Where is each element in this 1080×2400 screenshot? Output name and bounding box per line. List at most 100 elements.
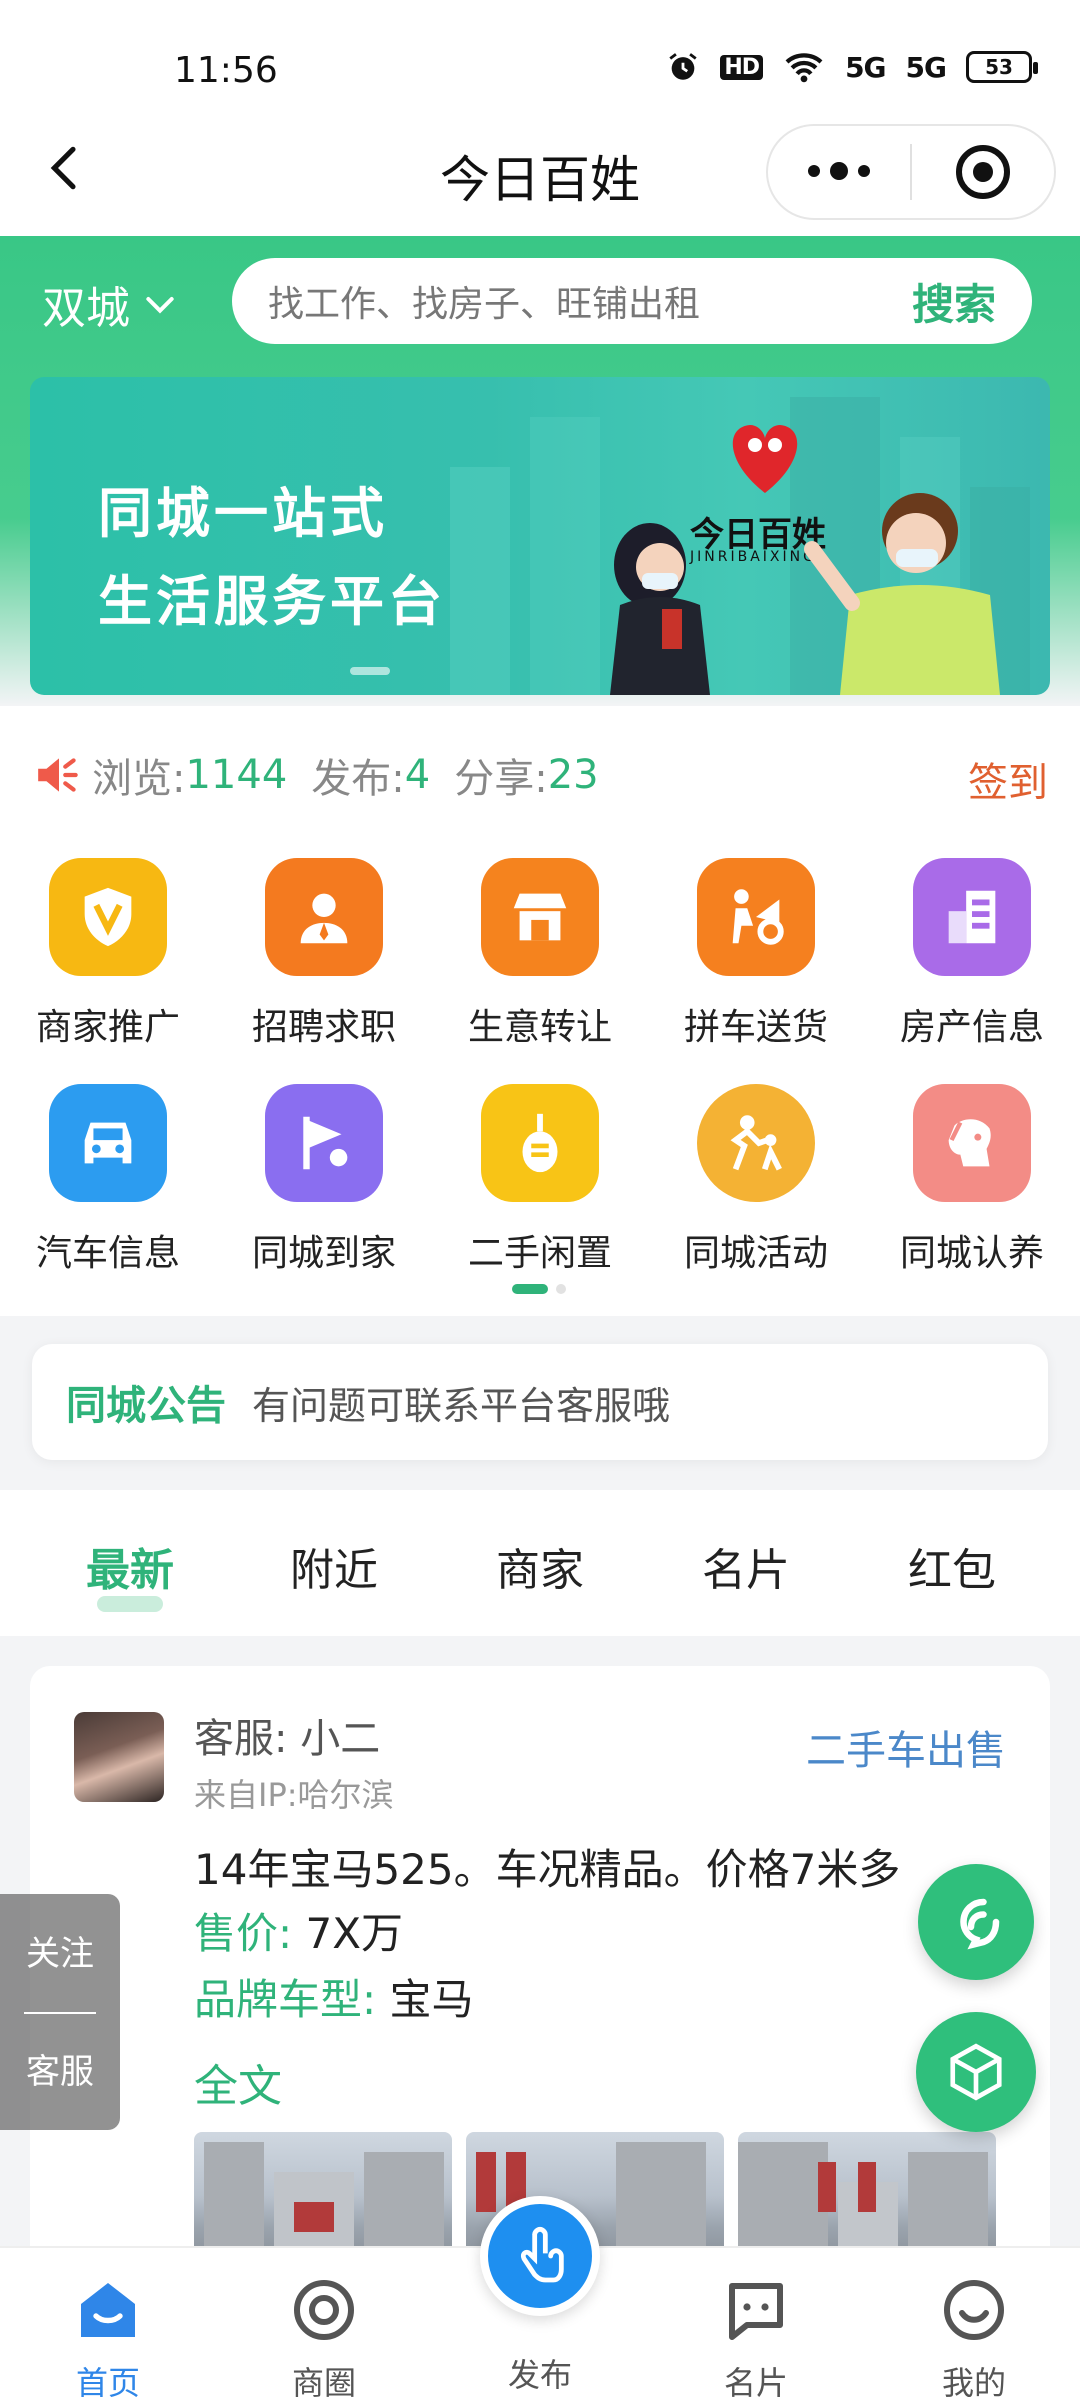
tab-latest[interactable]: 最新: [50, 1534, 210, 1612]
target-icon: [294, 2280, 354, 2340]
category-label: 同城活动: [683, 1233, 828, 1274]
shares-label: 分享:: [454, 756, 548, 802]
post-category[interactable]: 二手车出售: [806, 1718, 1006, 1776]
category-real-estate[interactable]: 房产信息: [864, 858, 1080, 1050]
category-car[interactable]: 汽车信息: [0, 1084, 216, 1276]
publish-button[interactable]: [480, 2196, 600, 2316]
nav-business-circle[interactable]: 商圈: [254, 2274, 394, 2400]
category-recruit[interactable]: 招聘求职: [216, 858, 432, 1050]
people-activity-icon: [697, 1084, 815, 1202]
category-label: 同城到家: [251, 1233, 396, 1274]
shares-count: 23: [547, 752, 599, 798]
banner-headline-1: 同城一站式: [98, 482, 388, 545]
avatar[interactable]: [74, 1712, 164, 1802]
signin-button[interactable]: 签到: [968, 750, 1048, 808]
recruit-icon: [265, 858, 383, 976]
category-shop-transfer[interactable]: 生意转让: [432, 858, 648, 1050]
category-adoption[interactable]: 同城认养: [864, 1084, 1080, 1276]
city-name: 双城: [42, 283, 130, 334]
chevron-down-icon: [146, 297, 174, 314]
tab-card[interactable]: 名片: [666, 1534, 826, 1598]
announcement-text: 有问题可联系平台客服哦: [252, 1383, 671, 1428]
more-icon[interactable]: [768, 161, 910, 180]
battery-icon: 53: [966, 51, 1038, 83]
customer-service-button[interactable]: 客服: [0, 2044, 120, 2093]
tap-hand-icon: [520, 2226, 564, 2283]
building-icon: [913, 858, 1031, 976]
category-merchant-promo[interactable]: 商家推广: [0, 858, 216, 1050]
views-label: 浏览:: [92, 756, 186, 802]
nav-mine[interactable]: 我的: [904, 2274, 1044, 2400]
category-grid: 商家推广 招聘求职 生意转让 拼车送货 房产信息 汽车信息 同城到家 二手闲置 …: [0, 836, 1080, 1316]
category-label: 拼车送货: [683, 1007, 828, 1048]
category-pager: [512, 1284, 566, 1294]
box-fab[interactable]: [916, 2012, 1036, 2132]
search-button[interactable]: 搜索: [912, 271, 996, 332]
views-count: 1144: [185, 752, 288, 798]
car-icon: [49, 1084, 167, 1202]
pager-dot: [556, 1284, 566, 1294]
post-content: 14年宝马525。车况精品。价格7米多: [194, 1845, 901, 1894]
tab-merchant[interactable]: 商家: [460, 1534, 620, 1598]
banner-headline-2: 生活服务平台: [98, 570, 446, 633]
posts-label: 发布:: [311, 756, 405, 802]
feed-tabs: 最新 附近 商家 名片 红包: [0, 1490, 1080, 1636]
publish-label: 发布: [507, 2356, 572, 2394]
cube-icon: [950, 2043, 1002, 2101]
refresh-icon: [960, 1898, 1000, 1950]
category-carpool[interactable]: 拼车送货: [648, 858, 864, 1050]
search-bar[interactable]: 找工作、找房子、旺铺出租 搜索: [232, 258, 1032, 344]
carpool-icon: [697, 858, 815, 976]
status-time: 11:56: [174, 50, 278, 91]
brand-value: 宝马: [389, 1975, 474, 2024]
post-price: 售价: 7X万: [194, 1900, 403, 1961]
tab-red-packet[interactable]: 红包: [872, 1534, 1032, 1598]
follow-button[interactable]: 关注: [0, 1926, 120, 1975]
stats-bar: 浏览: 1144 发布: 4 分享: 23 签到: [0, 706, 1080, 836]
battery-level: 53: [985, 55, 1013, 79]
smile-icon: [944, 2280, 1004, 2340]
hd-label: HD: [720, 54, 764, 80]
miniapp-capsule: [766, 124, 1056, 220]
category-label: 商家推广: [35, 1007, 180, 1048]
people-illustration: [610, 493, 1000, 695]
category-label: 二手闲置: [467, 1233, 612, 1274]
network-5g-2: 5G: [905, 50, 947, 84]
search-input[interactable]: 找工作、找房子、旺铺出租: [268, 275, 912, 327]
flag-location-icon: [265, 1084, 383, 1202]
promo-banner[interactable]: 同城一站式 生活服务平台 今日百姓 JINRIBAIXING: [30, 377, 1050, 695]
nav-home-label: 首页: [75, 2364, 140, 2400]
category-label: 同城认养: [899, 1233, 1044, 1274]
category-label: 汽车信息: [35, 1233, 180, 1274]
announcement-bar[interactable]: 同城公告 有问题可联系平台客服哦: [32, 1344, 1048, 1460]
refresh-fab[interactable]: [918, 1864, 1034, 1980]
wifi-icon: [785, 53, 823, 83]
speaker-icon: [38, 758, 78, 792]
post-author: 客服: 小二: [194, 1716, 381, 1762]
price-label: 售价:: [194, 1909, 293, 1958]
category-home-service[interactable]: 同城到家: [216, 1084, 432, 1276]
nav-card[interactable]: 名片: [686, 2274, 826, 2400]
nav-header: 今日百姓: [0, 110, 1080, 236]
nav-home[interactable]: 首页: [38, 2274, 178, 2400]
posts-count: 4: [404, 752, 431, 798]
chat-card-icon: [729, 2283, 783, 2340]
side-float-panel: 关注 客服: [0, 1894, 120, 2130]
tab-nearby[interactable]: 附近: [254, 1534, 414, 1598]
pipa-icon: [481, 1084, 599, 1202]
city-selector[interactable]: 双城: [42, 272, 180, 336]
network-5g-1: 5G: [845, 50, 886, 84]
category-activity[interactable]: 同城活动: [648, 1084, 864, 1276]
close-miniapp-icon[interactable]: [912, 145, 1054, 199]
announcement-title: 同城公告: [66, 1383, 226, 1429]
category-second-hand[interactable]: 二手闲置: [432, 1084, 648, 1276]
full-text-link[interactable]: 全文: [194, 2050, 282, 2114]
side-divider: [24, 2012, 96, 2014]
category-label: 房产信息: [899, 1007, 1044, 1048]
nav-mine-label: 我的: [941, 2364, 1006, 2400]
pager-dot-active: [512, 1284, 548, 1294]
merchant-promo-icon: [49, 858, 167, 976]
status-icons: HD 5G 5G 53: [666, 50, 1038, 84]
post-ip-location: 来自IP:哈尔滨: [194, 1776, 394, 1814]
nav-business-circle-label: 商圈: [291, 2364, 356, 2400]
